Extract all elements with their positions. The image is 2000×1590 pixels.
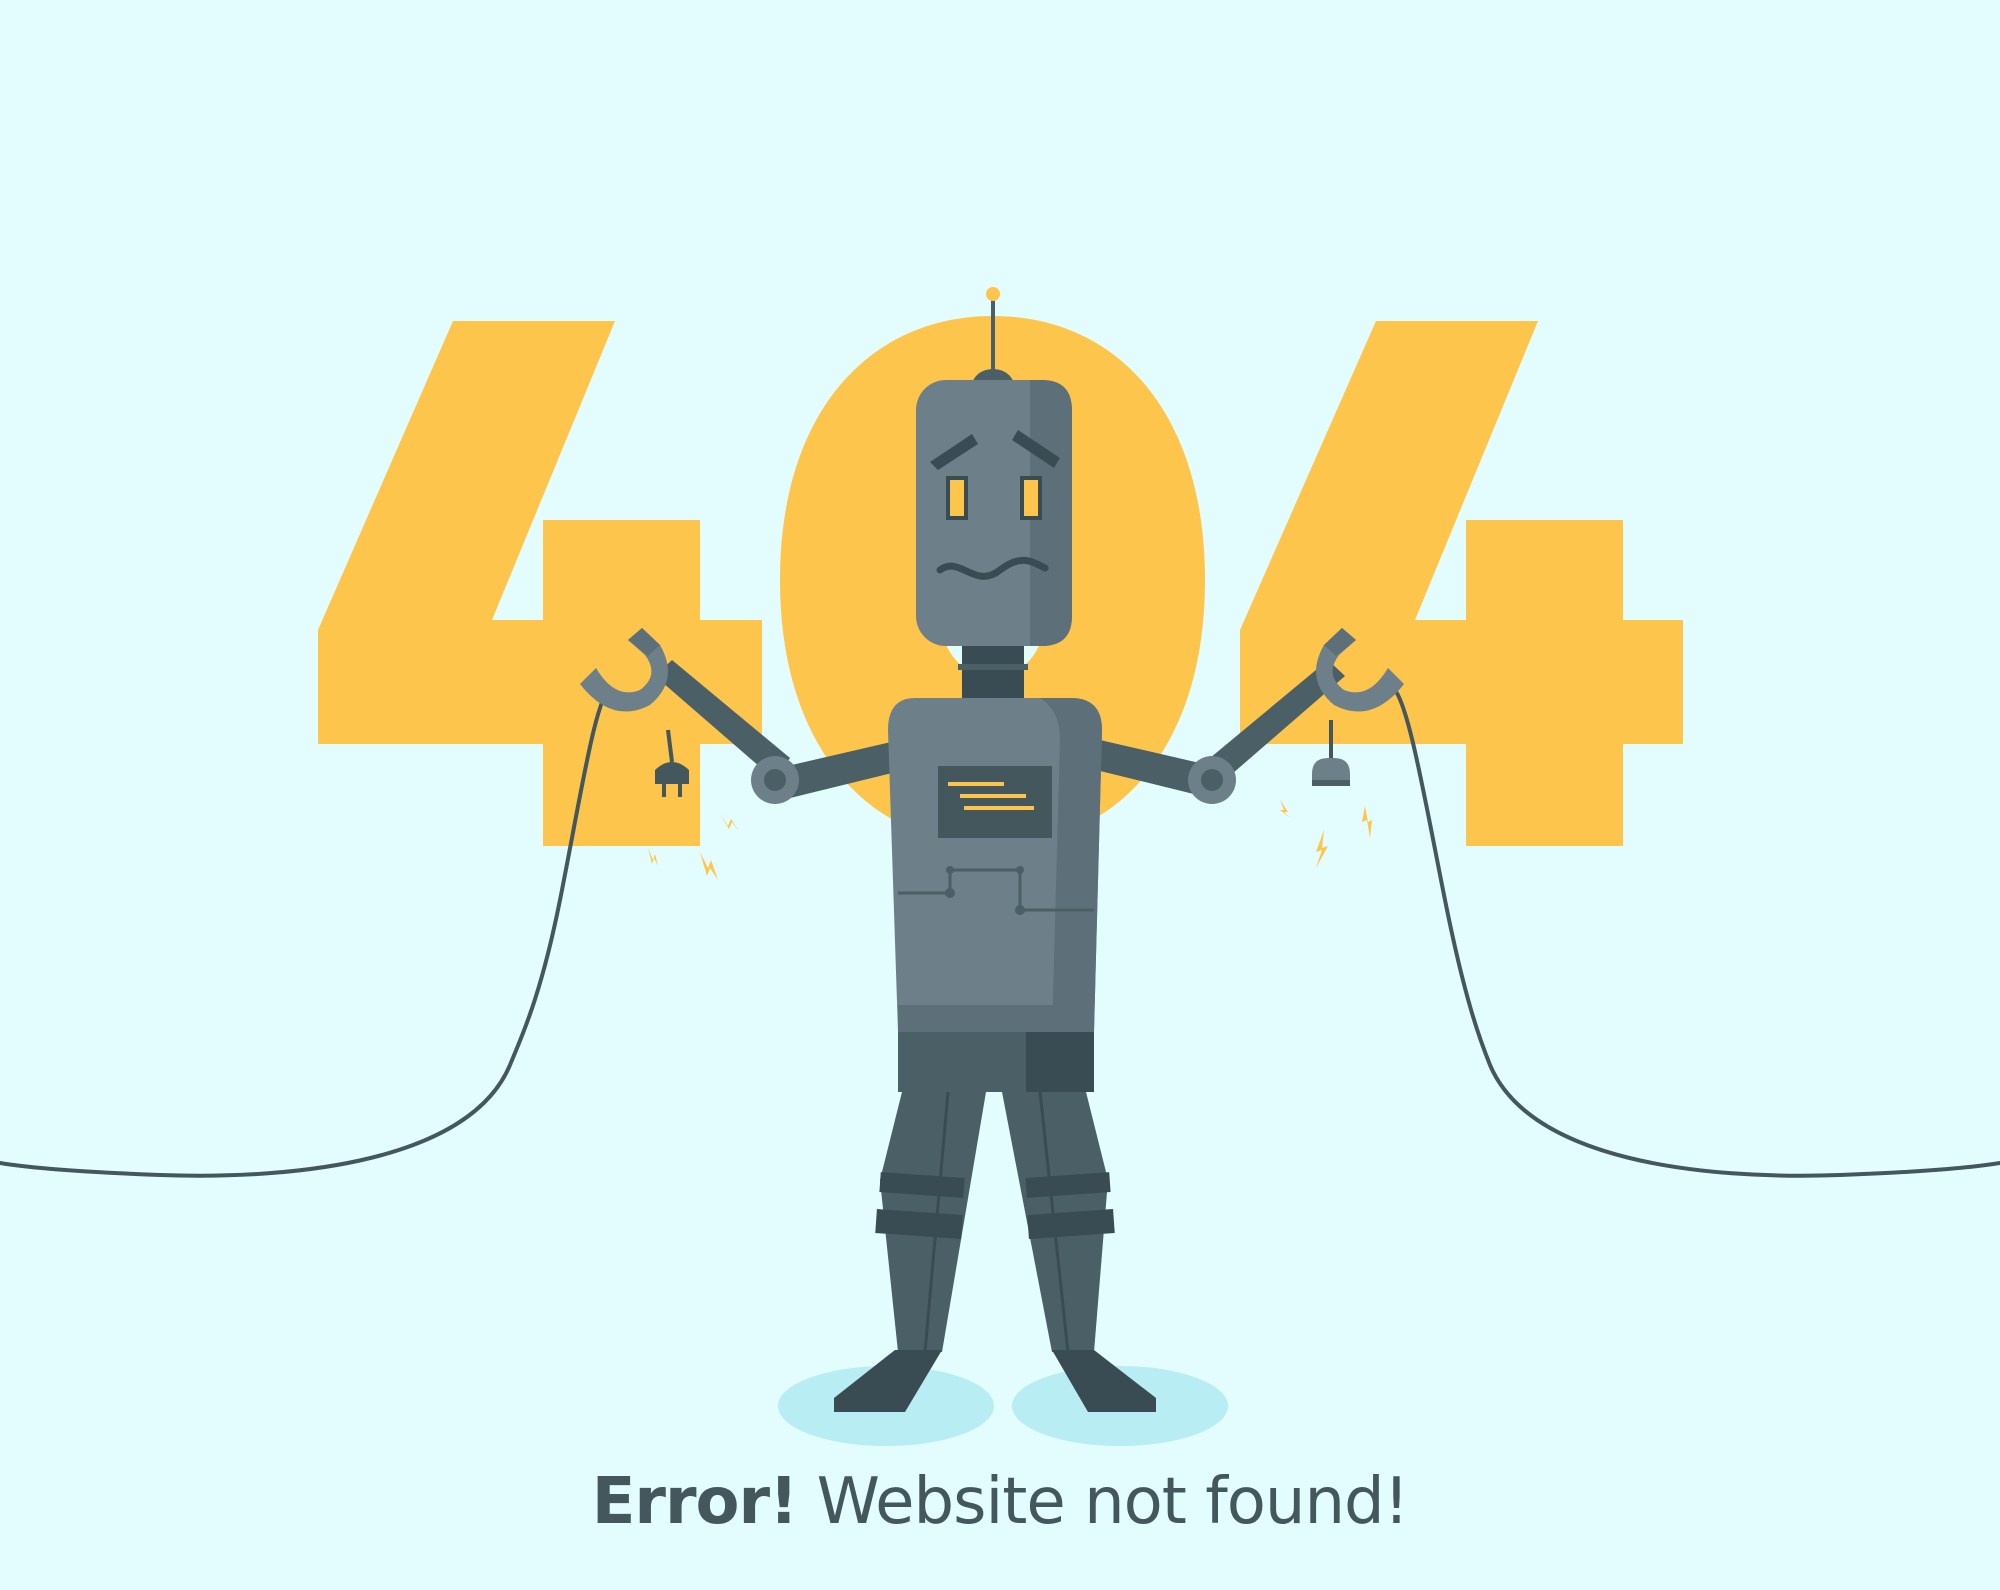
error-description: Website not found! <box>816 1465 1410 1539</box>
error-label: Error! <box>591 1465 799 1539</box>
error-page: Error! Website not found! <box>0 0 2000 1590</box>
antenna-tip <box>986 287 1000 301</box>
error-illustration <box>0 0 2000 1590</box>
robot-neck <box>962 646 1024 698</box>
chest-screen <box>938 766 1052 838</box>
error-message: Error! Website not found! <box>0 1462 2000 1542</box>
